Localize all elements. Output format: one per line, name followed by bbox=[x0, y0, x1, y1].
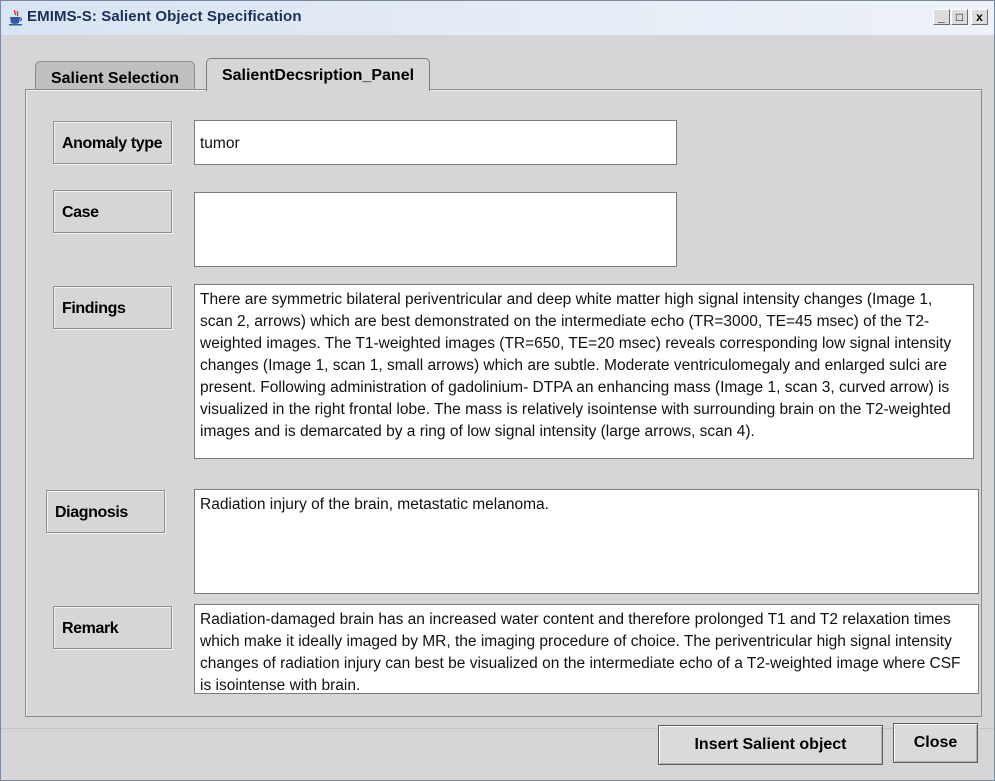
title-bar[interactable]: EMIMS-S: Salient Object Specification _ … bbox=[1, 1, 994, 35]
case-label: Case bbox=[53, 190, 172, 233]
tab-salient-description-panel[interactable]: SalientDecsription_Panel bbox=[206, 58, 430, 91]
tab-salient-selection[interactable]: Salient Selection bbox=[35, 61, 195, 89]
findings-field[interactable]: There are symmetric bilateral periventri… bbox=[194, 284, 974, 459]
remark-field[interactable]: Radiation-damaged brain has an increased… bbox=[194, 604, 979, 694]
salient-description-panel: Anomaly type tumor Case Findings There a… bbox=[25, 89, 982, 717]
remark-label: Remark bbox=[53, 606, 172, 649]
minimize-button[interactable]: _ bbox=[933, 9, 950, 25]
diagnosis-field[interactable]: Radiation injury of the brain, metastati… bbox=[194, 489, 979, 594]
anomaly-type-label: Anomaly type bbox=[53, 121, 172, 164]
java-coffee-cup-icon bbox=[9, 10, 23, 26]
app-window: EMIMS-S: Salient Object Specification _ … bbox=[0, 0, 995, 781]
close-button[interactable]: Close bbox=[893, 723, 978, 763]
close-window-button[interactable]: x bbox=[971, 9, 988, 25]
findings-label: Findings bbox=[53, 286, 172, 329]
insert-salient-object-button[interactable]: Insert Salient object bbox=[658, 725, 883, 765]
anomaly-type-field[interactable]: tumor bbox=[194, 120, 677, 165]
diagnosis-label: Diagnosis bbox=[46, 490, 165, 533]
window-title: EMIMS-S: Salient Object Specification bbox=[27, 8, 302, 25]
case-field[interactable] bbox=[194, 192, 677, 267]
maximize-button[interactable]: □ bbox=[951, 9, 968, 25]
